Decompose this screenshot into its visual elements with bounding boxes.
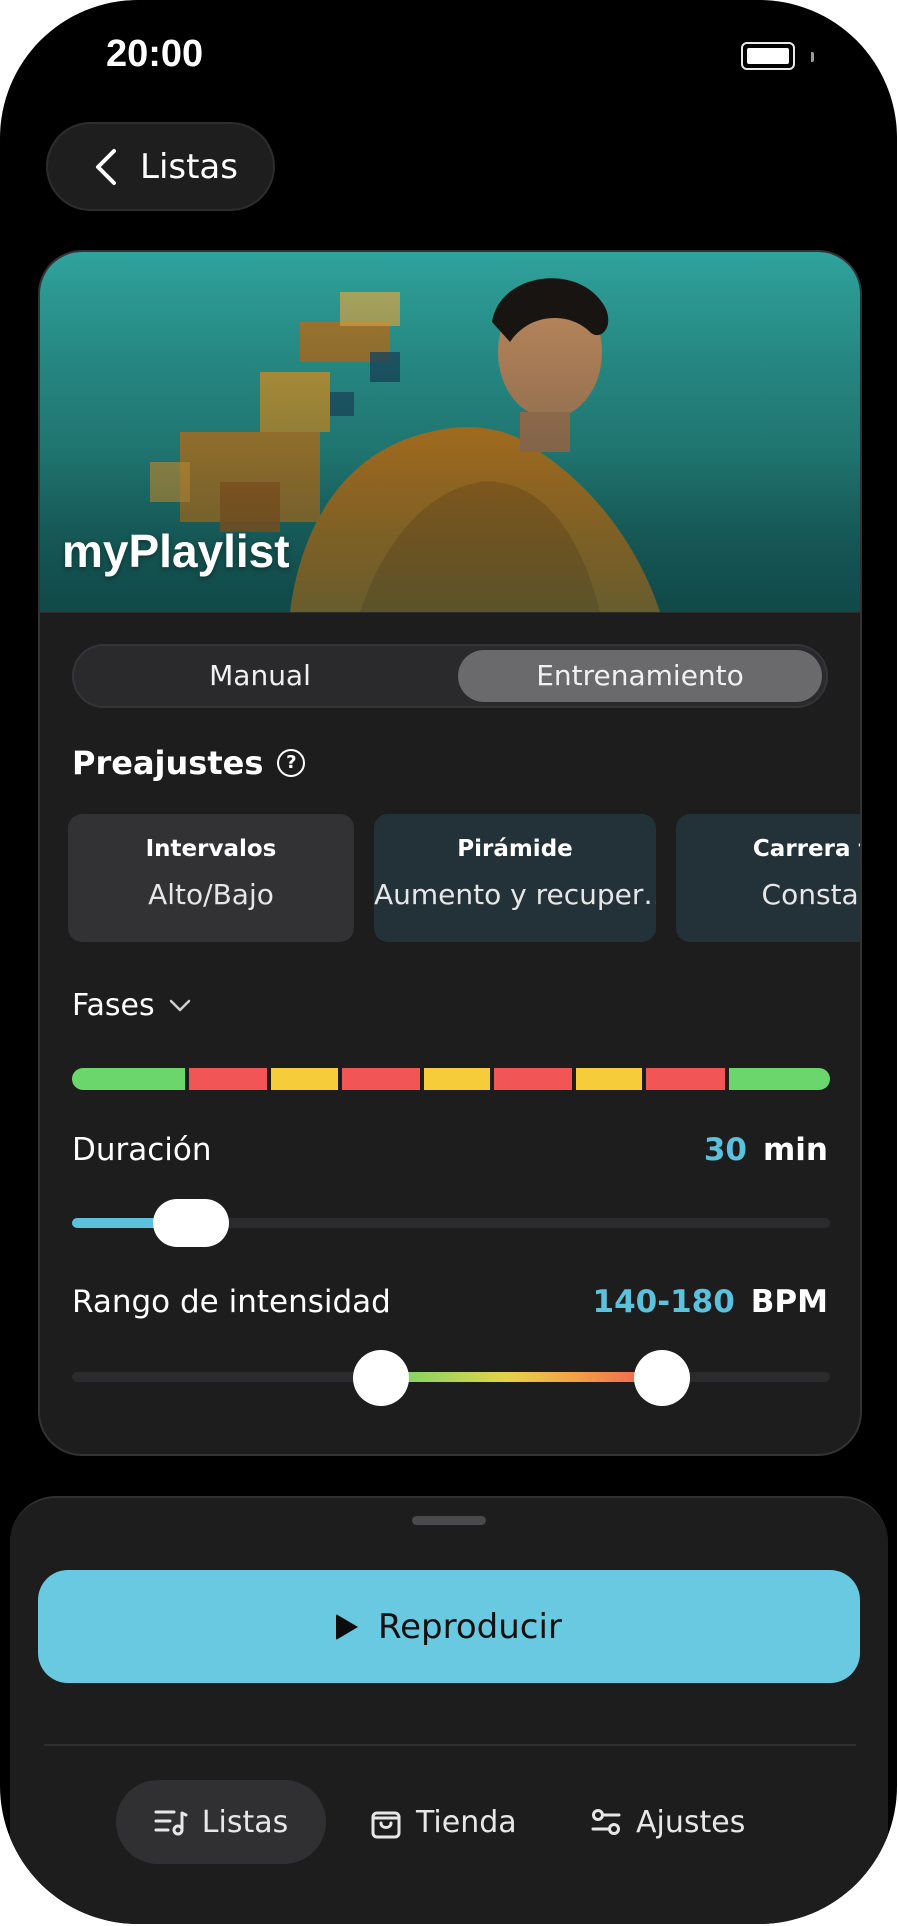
duration-value-display: 30 min <box>704 1132 828 1168</box>
preset-name: Pirámide <box>457 836 573 862</box>
back-label: Listas <box>140 146 238 187</box>
nav-label: Ajustes <box>636 1804 746 1840</box>
intensity-unit: BPM <box>750 1284 828 1320</box>
nav-item-playlists[interactable]: Listas <box>116 1780 326 1864</box>
duration-value: 30 <box>703 1132 747 1168</box>
battery-icon <box>741 42 795 70</box>
phases-label: Fases <box>72 988 155 1023</box>
intensity-value-display: 140-180 BPM <box>593 1284 829 1320</box>
nav-item-store[interactable]: Tienda <box>370 1780 517 1864</box>
status-time: 20:00 <box>106 33 204 75</box>
intensity-slider-low-thumb[interactable] <box>353 1350 410 1406</box>
play-label: Reproducir <box>378 1606 562 1647</box>
nav-label: Listas <box>201 1804 289 1840</box>
playlist-title: myPlaylist <box>62 525 290 577</box>
chevron-down-icon <box>169 999 190 1011</box>
presets-title: Preajustes <box>72 744 264 782</box>
playlist-card: myPlaylist Manual Entrenamiento Preajust… <box>38 250 862 1456</box>
phase-segment <box>271 1068 338 1090</box>
mode-option-manual[interactable]: Manual <box>80 650 440 702</box>
settings-sliders-icon <box>591 1809 621 1835</box>
play-button[interactable]: Reproducir <box>38 1570 860 1683</box>
preset-name: Intervalos <box>145 836 277 862</box>
phase-segment <box>576 1068 643 1090</box>
intensity-value: 140-180 <box>592 1284 735 1320</box>
mode-toggle[interactable]: Manual Entrenamiento <box>72 644 828 708</box>
presets-heading: Preajustes ? <box>72 744 306 782</box>
intensity-label: Rango de intensidad <box>72 1284 391 1320</box>
preset-card-intervals[interactable]: Intervalos Alto/Bajo <box>68 814 354 942</box>
intensity-slider-high-thumb[interactable] <box>633 1350 690 1406</box>
playlist-cover-image: myPlaylist <box>40 252 860 613</box>
shopping-bag-icon <box>371 1811 401 1839</box>
chevron-left-icon <box>96 148 116 185</box>
phase-segment <box>341 1068 420 1090</box>
presets-carousel[interactable]: Intervalos Alto/Bajo Pirámide Aumento y … <box>68 814 860 946</box>
intensity-slider-fill <box>381 1372 662 1382</box>
play-icon <box>336 1613 359 1640</box>
duration-slider-thumb[interactable] <box>153 1199 229 1247</box>
battery-tip <box>811 52 814 62</box>
back-button[interactable]: Listas <box>46 122 275 211</box>
sheet-drag-handle[interactable] <box>412 1516 486 1525</box>
phone-screen: 20:00 Listas myPlaylist Manual Entrenami… <box>0 0 897 1924</box>
preset-card-pyramid[interactable]: Pirámide Aumento y recuper… <box>374 814 656 942</box>
phase-segment <box>423 1068 491 1090</box>
phase-segment <box>189 1068 268 1090</box>
preset-description: Aumento y recuper… <box>374 878 656 911</box>
phase-segment <box>494 1068 573 1090</box>
phase-segment <box>646 1068 725 1090</box>
preset-description: Alto/Bajo <box>148 878 274 911</box>
nav-item-settings[interactable]: Ajustes <box>590 1780 745 1864</box>
bottom-nav: Listas Tienda Ajustes <box>10 1780 888 1864</box>
preset-card-tempo-run[interactable]: Carrera te Constan <box>676 814 860 942</box>
duration-unit: min <box>763 1132 828 1168</box>
phases-bar <box>72 1068 830 1090</box>
player-sheet: Reproducir Listas Tienda Ajustes <box>10 1496 888 1924</box>
phase-segment <box>728 1068 830 1090</box>
sheet-divider <box>44 1744 856 1746</box>
mode-option-training[interactable]: Entrenamiento <box>458 650 822 702</box>
phase-segment <box>72 1068 186 1090</box>
preset-description: Constan <box>761 878 860 911</box>
phases-toggle[interactable]: Fases <box>72 988 191 1023</box>
nav-label: Tienda <box>416 1804 517 1840</box>
duration-label: Duración <box>72 1132 212 1168</box>
preset-name: Carrera te <box>752 836 860 862</box>
playlist-icon <box>154 1810 188 1836</box>
help-icon[interactable]: ? <box>277 749 306 777</box>
